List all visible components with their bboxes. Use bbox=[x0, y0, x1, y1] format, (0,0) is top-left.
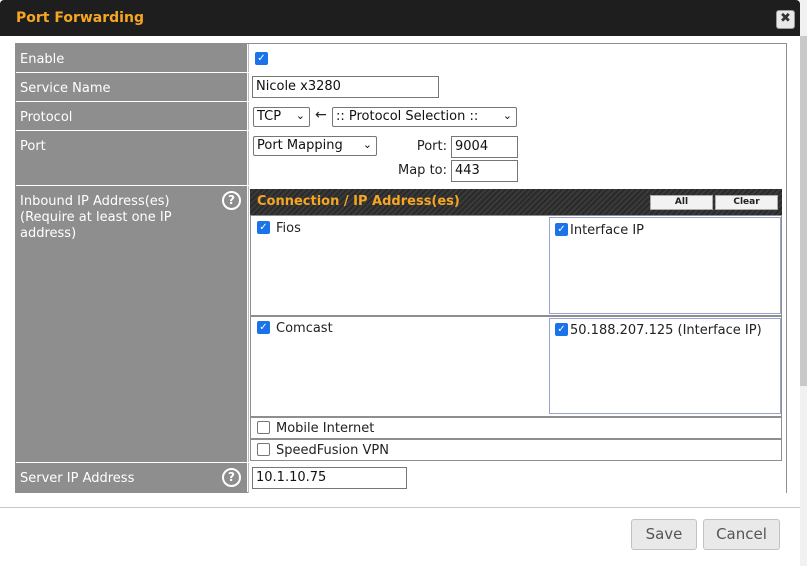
comcast-ip-checkbox[interactable]: ✓ bbox=[555, 323, 568, 336]
port-label: Port bbox=[16, 131, 247, 185]
port-input[interactable]: 9004 bbox=[451, 136, 518, 158]
mobile-internet-checkbox[interactable] bbox=[257, 421, 270, 434]
fios-label: Fios bbox=[276, 221, 301, 236]
enable-label: Enable bbox=[16, 44, 247, 72]
port-mode-select[interactable]: Port Mapping ⌄ bbox=[253, 136, 377, 156]
server-ip-label: Server IP Address bbox=[16, 463, 247, 493]
connection-speedfusion-vpn: SpeedFusion VPN bbox=[250, 439, 782, 461]
fios-ip-label: Interface IP bbox=[570, 223, 645, 238]
enable-checkbox[interactable]: ✓ bbox=[255, 52, 268, 65]
cancel-button[interactable]: Cancel bbox=[703, 519, 780, 550]
row-protocol: Protocol TCP ⌄ ← :: Protocol Selection :… bbox=[16, 102, 786, 131]
protocol-selection-value: :: Protocol Selection :: bbox=[336, 109, 479, 124]
speedfusion-vpn-label: SpeedFusion VPN bbox=[276, 443, 389, 458]
row-port: Port Port Mapping ⌄ Port: 9004 Map to: 4… bbox=[16, 131, 786, 186]
footer-divider bbox=[0, 507, 800, 508]
save-button[interactable]: Save bbox=[631, 519, 697, 550]
server-ip-input[interactable]: 10.1.10.75 bbox=[252, 467, 407, 489]
connection-header: Connection / IP Address(es) All Clear bbox=[250, 189, 782, 215]
comcast-ip-list: ✓ 50.188.207.125 (Interface IP) bbox=[549, 318, 781, 414]
service-name-input[interactable]: Nicole x3280 bbox=[252, 76, 439, 98]
inbound-label: Inbound IP Address(es) (Require at least… bbox=[16, 186, 247, 462]
fios-ip-list: ✓ Interface IP bbox=[549, 217, 781, 314]
map-to-input[interactable]: 443 bbox=[451, 160, 518, 182]
port-field-label: Port: bbox=[416, 139, 447, 154]
close-icon[interactable]: ✖ bbox=[776, 10, 795, 29]
protocol-value: TCP bbox=[257, 109, 282, 124]
comcast-checkbox[interactable]: ✓ bbox=[257, 321, 270, 334]
protocol-select[interactable]: TCP ⌄ bbox=[253, 107, 310, 127]
chevron-down-icon: ⌄ bbox=[502, 109, 512, 122]
dialog-titlebar: Port Forwarding ✖ bbox=[0, 0, 800, 36]
fios-checkbox[interactable]: ✓ bbox=[257, 221, 270, 234]
port-mode-value: Port Mapping bbox=[257, 138, 343, 153]
chevron-down-icon: ⌄ bbox=[295, 109, 305, 122]
connection-header-title: Connection / IP Address(es) bbox=[257, 194, 460, 209]
chevron-down-icon: ⌄ bbox=[362, 138, 372, 151]
row-service-name: Service Name Nicole x3280 bbox=[16, 73, 786, 102]
protocol-selection-select[interactable]: :: Protocol Selection :: ⌄ bbox=[332, 107, 517, 127]
connection-comcast: ✓ Comcast ✓ 50.188.207.125 (Interface IP… bbox=[250, 316, 782, 417]
help-icon[interactable]: ? bbox=[222, 468, 241, 487]
scrollbar-thumb[interactable] bbox=[800, 36, 807, 386]
select-all-button[interactable]: All bbox=[650, 195, 713, 210]
row-enable: Enable ✓ bbox=[16, 44, 786, 73]
fios-ip-checkbox[interactable]: ✓ bbox=[555, 223, 568, 236]
mobile-internet-label: Mobile Internet bbox=[276, 421, 375, 436]
service-name-label: Service Name bbox=[16, 73, 247, 101]
row-server-ip: Server IP Address ? 10.1.10.75 bbox=[16, 463, 786, 493]
comcast-ip-label: 50.188.207.125 (Interface IP) bbox=[570, 323, 762, 338]
comcast-label: Comcast bbox=[276, 321, 333, 336]
connection-fios: ✓ Fios ✓ Interface IP bbox=[250, 215, 782, 316]
speedfusion-vpn-checkbox[interactable] bbox=[257, 443, 270, 456]
protocol-label: Protocol bbox=[16, 102, 247, 130]
map-to-label: Map to: bbox=[398, 163, 447, 178]
connection-mobile-internet: Mobile Internet bbox=[250, 417, 782, 439]
help-icon[interactable]: ? bbox=[222, 191, 241, 210]
arrow-left-icon: ← bbox=[315, 107, 327, 123]
dialog-title: Port Forwarding bbox=[16, 10, 144, 26]
clear-button[interactable]: Clear bbox=[715, 195, 778, 210]
